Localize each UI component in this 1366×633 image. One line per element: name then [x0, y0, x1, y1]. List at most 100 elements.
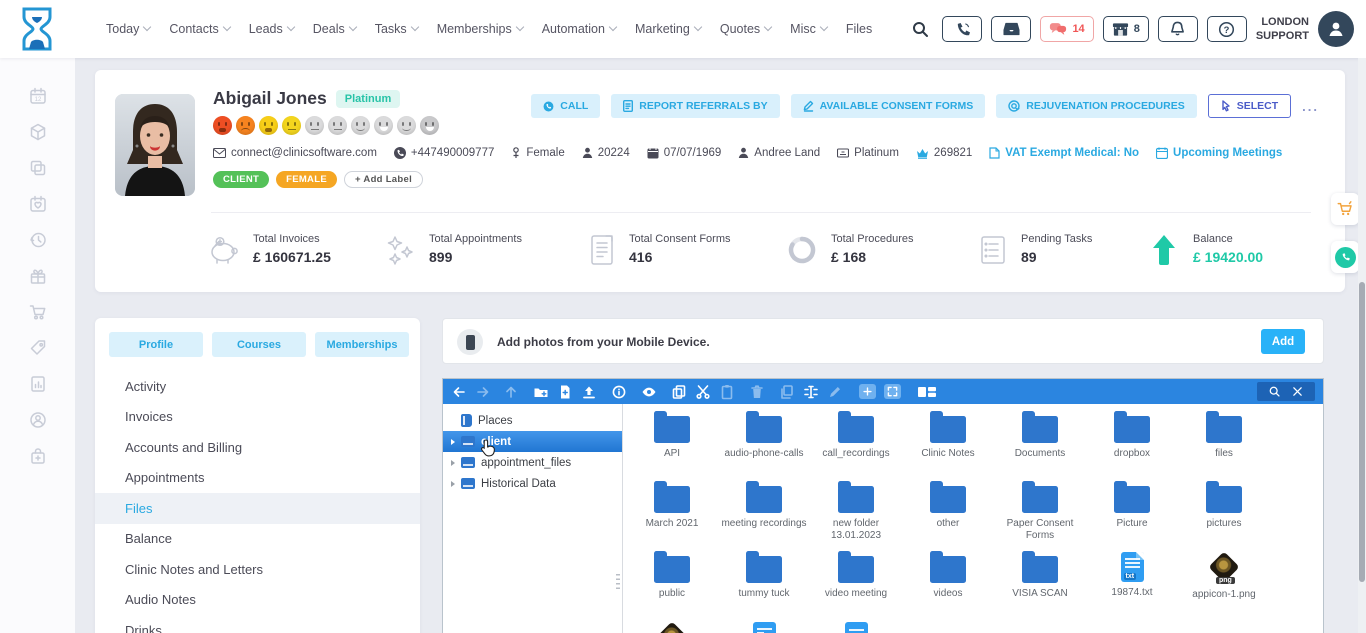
nav-tasks[interactable]: Tasks	[375, 22, 418, 36]
edit-icon[interactable]	[827, 384, 843, 400]
menu-accounts-billing[interactable]: Accounts and Billing	[95, 432, 420, 463]
nav-misc[interactable]: Misc	[790, 22, 827, 36]
add-photos-button[interactable]: Add	[1261, 329, 1305, 354]
nav-deals[interactable]: Deals	[313, 22, 356, 36]
nav-quotes[interactable]: Quotes	[720, 22, 771, 36]
file-item[interactable]: pictures	[1178, 479, 1270, 549]
duplicate-icon[interactable]	[779, 384, 795, 400]
menu-activity[interactable]: Activity	[95, 371, 420, 402]
file-item[interactable]: tummy tuck	[718, 549, 810, 619]
mood-icon[interactable]	[305, 116, 324, 135]
history-icon[interactable]	[28, 230, 48, 250]
tab-courses[interactable]: Courses	[212, 332, 306, 357]
file-item[interactable]: VISIA SCAN	[994, 549, 1086, 619]
select-button[interactable]: SELECT	[1208, 94, 1291, 118]
mood-icon[interactable]	[397, 116, 416, 135]
file-item[interactable]: API	[626, 409, 718, 479]
notifications-button[interactable]	[1158, 16, 1198, 42]
file-item[interactable]: audio-phone-calls	[718, 409, 810, 479]
tree-splitter-handle[interactable]	[616, 574, 620, 592]
delete-icon[interactable]	[749, 384, 765, 400]
tag-female[interactable]: FEMALE	[276, 171, 337, 188]
forward-icon[interactable]	[475, 384, 491, 400]
search-icon[interactable]	[1268, 385, 1281, 398]
file-search-box[interactable]	[1257, 382, 1315, 401]
copy-icon[interactable]	[671, 384, 687, 400]
store-button[interactable]: 8	[1103, 16, 1149, 42]
vat-exempt-link[interactable]: VAT Exempt Medical: No	[989, 147, 1139, 159]
file-item[interactable]: videos	[902, 549, 994, 619]
inbox-button[interactable]	[991, 16, 1031, 42]
nav-today[interactable]: Today	[106, 22, 150, 36]
mood-icon[interactable]	[213, 116, 232, 135]
nav-contacts[interactable]: Contacts	[169, 22, 229, 36]
nav-files[interactable]: Files	[846, 22, 872, 36]
client-email[interactable]: connect@clinicsoftware.com	[213, 147, 377, 159]
info-icon[interactable]	[611, 384, 627, 400]
mood-icon[interactable]	[282, 116, 301, 135]
caret-icon[interactable]	[451, 460, 455, 466]
page-scrollbar[interactable]	[1358, 58, 1366, 633]
tree-historical-data[interactable]: Historical Data	[443, 473, 622, 494]
help-button[interactable]: ?	[1207, 16, 1247, 42]
mood-icon[interactable]	[328, 116, 347, 135]
file-item[interactable]: Documents	[994, 409, 1086, 479]
tree-places[interactable]: Places	[443, 410, 622, 431]
file-item[interactable]: video meeting	[810, 549, 902, 619]
mood-icon[interactable]	[236, 116, 255, 135]
tree-client[interactable]: client	[443, 431, 622, 452]
mood-icon[interactable]	[420, 116, 439, 135]
new-file-icon[interactable]	[557, 384, 573, 400]
tag-client[interactable]: CLIENT	[213, 171, 269, 188]
file-item[interactable]: 19874.txt	[1086, 549, 1178, 619]
file-item[interactable]: Clinic Notes	[902, 409, 994, 479]
mood-icon[interactable]	[374, 116, 393, 135]
tree-appointment-files[interactable]: appointment_files	[443, 452, 622, 473]
file-item[interactable]: Paper Consent Forms	[994, 479, 1086, 549]
menu-balance[interactable]: Balance	[95, 524, 420, 555]
up-icon[interactable]	[503, 384, 519, 400]
client-badge-icon[interactable]	[28, 410, 48, 430]
add-label-button[interactable]: + Add Label	[344, 171, 423, 188]
cart-widget-button[interactable]	[1331, 193, 1359, 225]
file-item[interactable]: call_recordings	[810, 409, 902, 479]
gifts-icon[interactable]	[28, 266, 48, 286]
call-widget-button[interactable]	[1331, 241, 1359, 273]
view-icon[interactable]	[917, 384, 937, 400]
client-photo[interactable]	[115, 94, 195, 196]
file-item[interactable]: new folder 13.01.2023	[810, 479, 902, 549]
file-item[interactable]	[626, 619, 718, 633]
file-item[interactable]	[718, 619, 810, 633]
file-item[interactable]: other	[902, 479, 994, 549]
rename-icon[interactable]	[803, 384, 819, 400]
tab-profile[interactable]: Profile	[109, 332, 203, 357]
tags-icon[interactable]	[28, 338, 48, 358]
nav-automation[interactable]: Automation	[542, 22, 616, 36]
file-item[interactable]	[810, 619, 902, 633]
file-item[interactable]: March 2021	[626, 479, 718, 549]
menu-appointments[interactable]: Appointments	[95, 463, 420, 494]
products-icon[interactable]	[28, 122, 48, 142]
cut-icon[interactable]	[695, 384, 711, 400]
file-item[interactable]: meeting recordings	[718, 479, 810, 549]
fullscreen-icon[interactable]	[884, 384, 901, 399]
preview-icon[interactable]	[641, 384, 657, 400]
tab-memberships[interactable]: Memberships	[315, 332, 409, 357]
back-icon[interactable]	[451, 384, 467, 400]
menu-drinks[interactable]: Drinks	[95, 615, 420, 633]
menu-clinic-notes[interactable]: Clinic Notes and Letters	[95, 554, 420, 585]
cart-icon[interactable]	[28, 302, 48, 322]
clinicsoftware-logo[interactable]	[18, 6, 56, 52]
close-icon[interactable]	[1291, 385, 1304, 398]
mood-icon[interactable]	[351, 116, 370, 135]
dialer-button[interactable]	[942, 16, 982, 42]
fit-icon[interactable]	[859, 384, 876, 399]
appointments-icon[interactable]	[28, 194, 48, 214]
nav-leads[interactable]: Leads	[249, 22, 294, 36]
file-item[interactable]: Picture	[1086, 479, 1178, 549]
caret-icon[interactable]	[451, 481, 455, 487]
case-add-icon[interactable]	[28, 446, 48, 466]
file-item[interactable]: appicon-1.png	[1178, 549, 1270, 619]
call-button[interactable]: CALL	[531, 94, 600, 118]
chat-button[interactable]: 14	[1040, 16, 1093, 42]
